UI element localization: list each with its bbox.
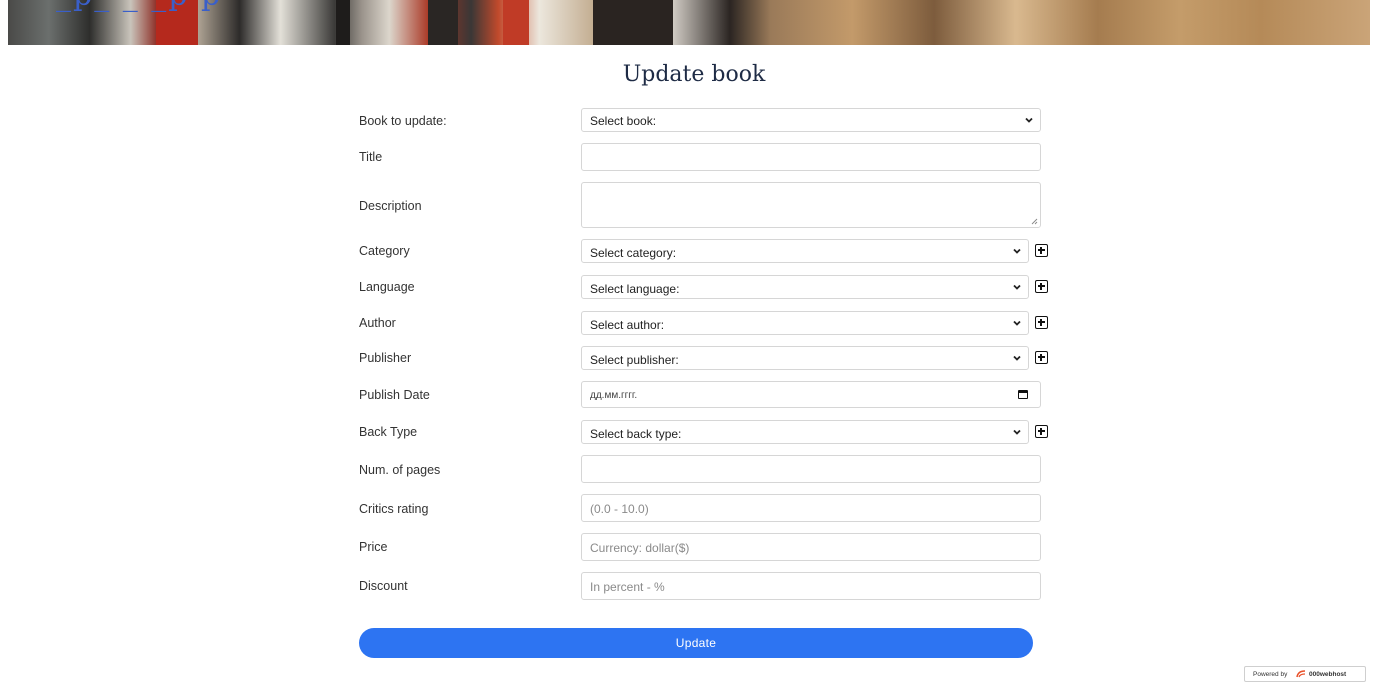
num-pages-label: Num. of pages: [359, 463, 441, 477]
add-category-icon[interactable]: [1035, 244, 1048, 257]
back-type-value: Select back type:: [590, 427, 682, 441]
title-label: Title: [359, 150, 383, 164]
num-pages-input[interactable]: [581, 455, 1041, 483]
language-value: Select language:: [590, 282, 680, 296]
price-label: Price: [359, 540, 388, 554]
add-back-type-icon[interactable]: [1035, 425, 1048, 438]
powered-by-badge[interactable]: Powered by 000webhost: [1244, 666, 1366, 682]
author-label: Author: [359, 316, 396, 330]
title-input[interactable]: [581, 143, 1041, 171]
category-value: Select category:: [590, 246, 677, 260]
publisher-select[interactable]: Select publisher:: [581, 346, 1029, 370]
publish-date-input[interactable]: дд.мм.гггг.: [581, 381, 1041, 408]
back-type-select[interactable]: Select back type:: [581, 420, 1029, 444]
book-spine-image: [336, 0, 350, 45]
book-to-update-select[interactable]: Select book:: [581, 108, 1041, 132]
book-spine-image: [428, 0, 458, 45]
calendar-icon[interactable]: [1018, 390, 1028, 399]
update-button[interactable]: Update: [359, 628, 1033, 658]
add-language-icon[interactable]: [1035, 280, 1048, 293]
add-publisher-icon[interactable]: [1035, 351, 1048, 364]
back-type-label: Back Type: [359, 425, 418, 439]
discount-input[interactable]: In percent - %: [581, 572, 1041, 600]
price-input[interactable]: Currency: dollar($): [581, 533, 1041, 561]
hero-banner: _p_ _ _p p: [8, 0, 1370, 45]
chevron-down-icon: [1013, 320, 1021, 326]
chevron-down-icon: [1025, 117, 1033, 123]
language-label: Language: [359, 280, 415, 294]
critics-rating-input[interactable]: (0.0 - 10.0): [581, 494, 1041, 522]
book-spine-image: [593, 0, 673, 45]
webhost-logo-icon: [1296, 670, 1306, 678]
description-label: Description: [359, 199, 422, 213]
publisher-value: Select publisher:: [590, 353, 679, 367]
chevron-down-icon: [1013, 355, 1021, 361]
powered-by-text: Powered by: [1253, 671, 1288, 678]
book-spine-image: [503, 0, 529, 45]
critics-rating-label: Critics rating: [359, 502, 429, 516]
discount-placeholder: In percent - %: [590, 580, 665, 594]
page-title: Update book: [622, 62, 766, 87]
author-select[interactable]: Select author:: [581, 311, 1029, 335]
publish-date-placeholder: дд.мм.гггг.: [590, 390, 638, 401]
language-select[interactable]: Select language:: [581, 275, 1029, 299]
critics-rating-placeholder: (0.0 - 10.0): [590, 502, 649, 516]
chevron-down-icon: [1013, 248, 1021, 254]
chevron-down-icon: [1013, 429, 1021, 435]
description-textarea[interactable]: [581, 182, 1041, 228]
webhost-name: 000webhost: [1309, 671, 1347, 678]
chevron-down-icon: [1013, 284, 1021, 290]
publisher-label: Publisher: [359, 351, 412, 365]
discount-label: Discount: [359, 579, 408, 593]
header-link[interactable]: _p_ _ _p p: [56, 0, 222, 13]
category-label: Category: [359, 244, 410, 258]
price-placeholder: Currency: dollar($): [590, 541, 690, 555]
book-to-update-label: Book to update:: [359, 114, 447, 128]
publish-date-label: Publish Date: [359, 388, 430, 402]
book-to-update-value: Select book:: [590, 114, 657, 128]
category-select[interactable]: Select category:: [581, 239, 1029, 263]
author-value: Select author:: [590, 318, 665, 332]
add-author-icon[interactable]: [1035, 316, 1048, 329]
resize-handle-icon[interactable]: [1031, 218, 1038, 225]
